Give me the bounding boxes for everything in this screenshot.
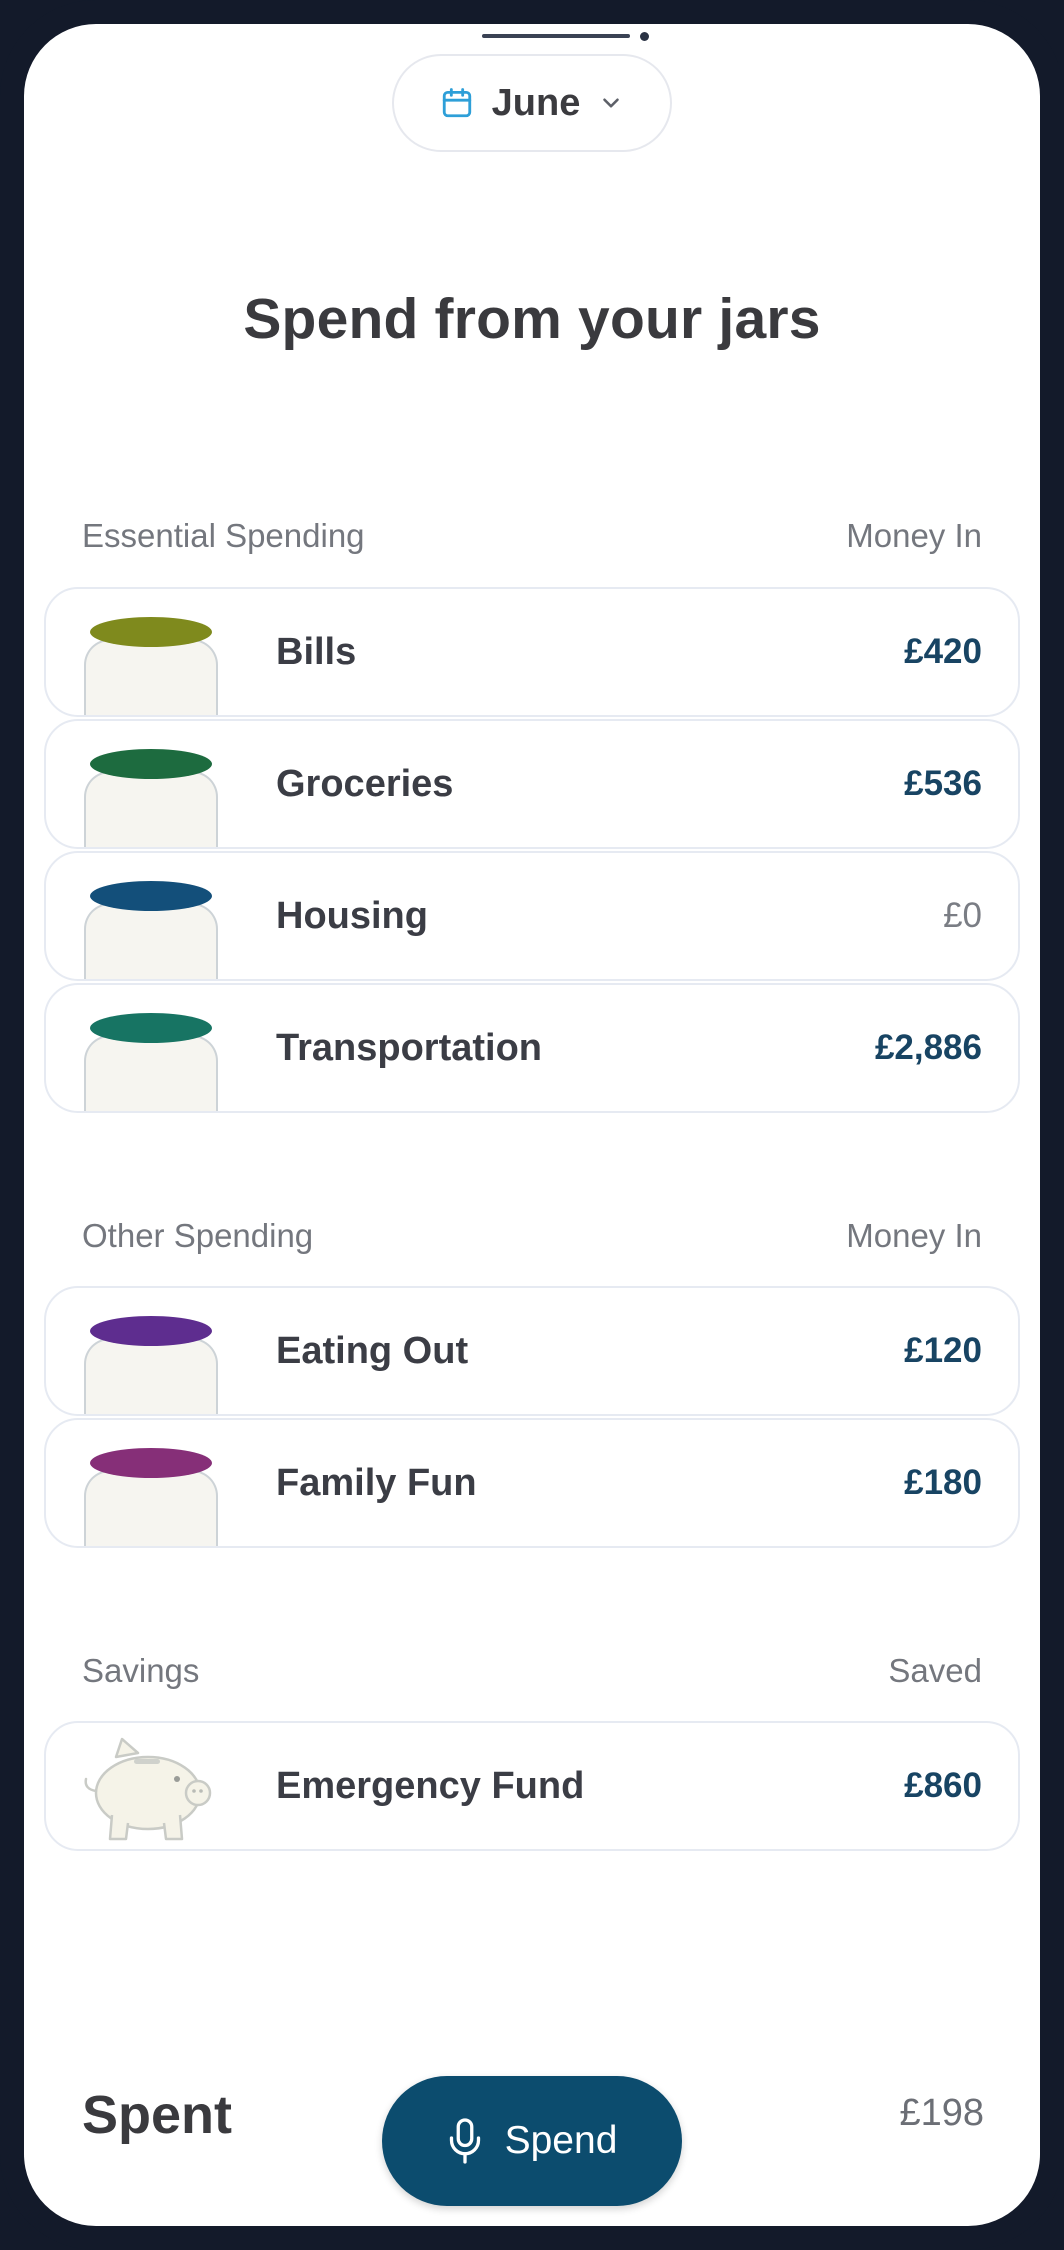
jar-lid xyxy=(90,1448,212,1478)
section-title: Essential Spending xyxy=(82,517,365,554)
jar-amount: £536 xyxy=(904,764,982,803)
column-label: Saved xyxy=(888,1652,982,1689)
spent-label: Spent xyxy=(82,2085,233,2145)
other-spending-header: Other Spending Money In xyxy=(82,1216,982,1256)
jar-icon xyxy=(84,1316,218,1414)
column-label: Money In xyxy=(846,517,982,554)
jar-row-eating-out[interactable]: Eating Out £120 xyxy=(44,1286,1020,1416)
app-screen: June Spend from your jars Essential Spen… xyxy=(24,24,1040,2226)
jar-icon xyxy=(84,749,218,847)
savings-name: Emergency Fund xyxy=(276,1765,585,1807)
jar-body xyxy=(84,1035,218,1111)
jar-lid xyxy=(90,881,212,911)
calendar-icon xyxy=(440,86,474,120)
section-title: Savings xyxy=(82,1652,200,1689)
jar-amount: £0 xyxy=(943,896,982,935)
jar-row-groceries[interactable]: Groceries £536 xyxy=(44,719,1020,849)
month-selector[interactable]: June xyxy=(392,54,672,152)
jar-amount: £2,886 xyxy=(874,1028,982,1067)
jar-row-transportation[interactable]: Transportation £2,886 xyxy=(44,983,1020,1113)
jar-lid xyxy=(90,1316,212,1346)
savings-amount: £860 xyxy=(904,1766,982,1805)
microphone-icon xyxy=(447,2117,483,2165)
jar-icon xyxy=(84,617,218,715)
jar-row-housing[interactable]: Housing £0 xyxy=(44,851,1020,981)
jar-icon xyxy=(84,1448,218,1546)
jar-name: Transportation xyxy=(276,1027,543,1069)
spent-value: £198 xyxy=(899,2092,984,2134)
jar-row-family-fun[interactable]: Family Fun £180 xyxy=(44,1418,1020,1548)
jar-body xyxy=(84,903,218,979)
savings-row-emergency-fund[interactable]: Emergency Fund £860 xyxy=(44,1721,1020,1851)
piggy-bank-icon xyxy=(80,1735,226,1849)
jar-icon xyxy=(84,881,218,979)
device-frame: June Spend from your jars Essential Spen… xyxy=(0,0,1064,2250)
spend-button-label: Spend xyxy=(504,2119,618,2162)
savings-header: Savings Saved xyxy=(82,1651,982,1691)
month-label: June xyxy=(491,81,581,124)
jar-lid xyxy=(90,1013,212,1043)
spend-button[interactable]: Spend xyxy=(382,2076,682,2206)
speaker-notch xyxy=(482,34,630,38)
jar-lid xyxy=(90,749,212,779)
jar-name: Groceries xyxy=(276,763,454,805)
jar-name: Bills xyxy=(276,631,357,673)
jar-name: Family Fun xyxy=(276,1462,477,1504)
jar-body xyxy=(84,1470,218,1546)
jar-icon xyxy=(84,1013,218,1111)
chevron-down-icon xyxy=(598,90,624,116)
jar-lid xyxy=(90,617,212,647)
jar-row-bills[interactable]: Bills £420 xyxy=(44,587,1020,717)
jar-name: Housing xyxy=(276,895,428,937)
page-title: Spend from your jars xyxy=(243,287,821,351)
column-label: Money In xyxy=(846,1217,982,1254)
section-title: Other Spending xyxy=(82,1217,314,1254)
essential-spending-header: Essential Spending Money In xyxy=(82,516,982,556)
jar-body xyxy=(84,1338,218,1414)
jar-amount: £180 xyxy=(904,1463,982,1502)
camera-dot xyxy=(640,32,649,41)
jar-body xyxy=(84,639,218,715)
jar-amount: £120 xyxy=(904,1331,982,1370)
jar-amount: £420 xyxy=(904,632,982,671)
jar-name: Eating Out xyxy=(276,1330,469,1372)
jar-body xyxy=(84,771,218,847)
